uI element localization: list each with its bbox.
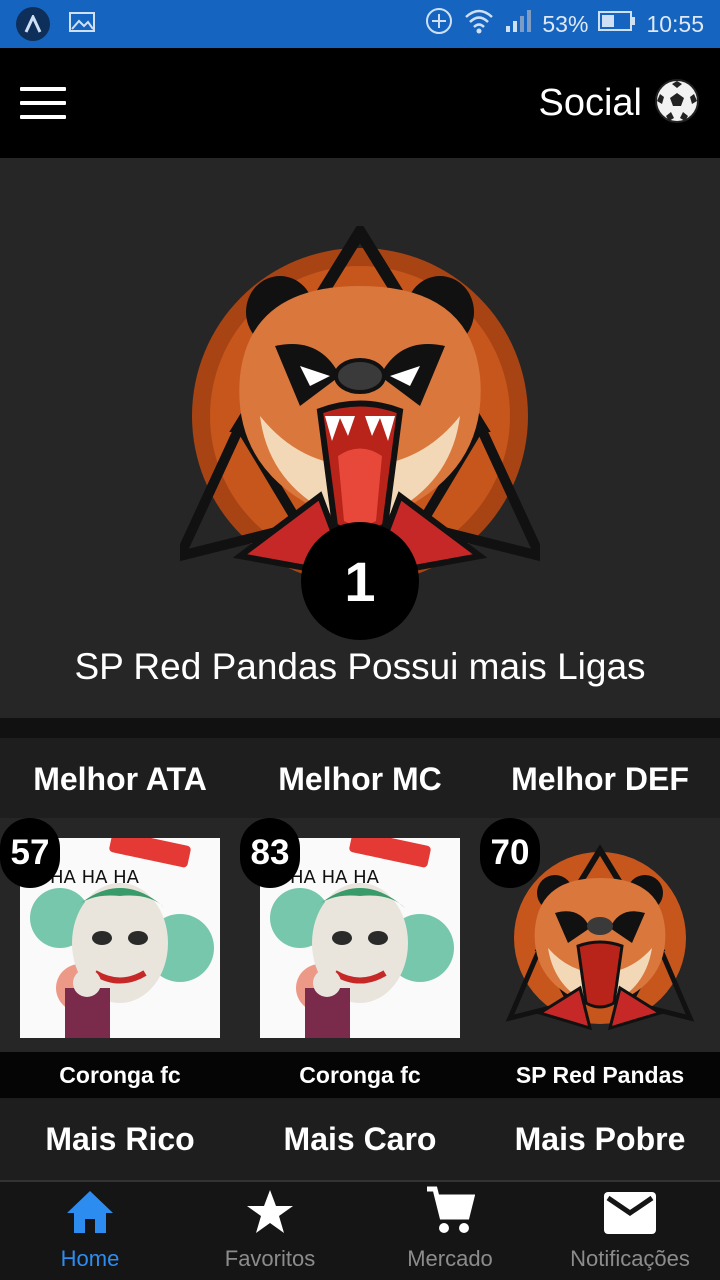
nav-notifications-label: Notificações [570,1246,690,1271]
nav-market[interactable]: Mercado [360,1182,540,1280]
rankings-header: Mais Rico Mais Caro Mais Pobre [0,1098,720,1180]
top-team-hero[interactable]: 1 SP Red Pandas Possui mais Ligas [0,158,720,718]
battery-percent: 53% [542,10,589,37]
data-saver-icon [424,6,454,42]
score-badge: 83 [240,818,300,888]
battery-icon [598,10,636,38]
richest-label: Mais Rico [45,1120,195,1157]
best-players-cards: HA HA HA 57 HA HA HA 83 70 [0,818,720,1052]
wifi-icon [464,7,494,41]
svg-text:HA HA HA: HA HA HA [290,867,380,888]
best-players-teams: Coronga fc Coronga fc SP Red Pandas [0,1052,720,1098]
app-title: Social [538,81,643,124]
score-badge: 57 [0,818,60,888]
team-name: SP Red Pandas [515,1061,685,1088]
nav-notifications[interactable]: Notificações [540,1182,720,1280]
svg-text:HA HA HA: HA HA HA [50,867,140,888]
best-defender-card[interactable]: 70 [480,818,720,1052]
poorest-label: Mais Pobre [514,1120,686,1157]
cart-icon [425,1185,476,1240]
team-name: Coronga fc [299,1061,421,1088]
status-bar: 53% 10:55 [0,0,720,48]
mail-icon [603,1191,657,1240]
bottom-navigation: Home Favoritos Mercado Notificações [0,1180,720,1280]
best-attacker-card[interactable]: HA HA HA 57 [0,818,240,1052]
hamburger-menu-icon[interactable] [20,87,66,119]
home-icon [65,1189,115,1240]
nav-market-label: Mercado [407,1246,493,1271]
team-name: Coronga fc [59,1061,181,1088]
app-bar: Social [0,48,720,158]
rank-badge: 1 [301,522,419,640]
most-expensive-label: Mais Caro [283,1120,437,1157]
best-defender-label: Melhor DEF [511,760,689,797]
score-badge: 70 [480,818,540,888]
app-title-group: Social [539,78,701,129]
image-notification-icon [68,11,96,38]
star-icon [245,1189,295,1240]
nav-favorites-label: Favoritos [224,1246,316,1271]
section-divider [0,718,720,738]
soccer-ball-icon [654,78,700,129]
best-midfielder-label: Melhor MC [278,760,442,797]
hero-caption: SP Red Pandas Possui mais Ligas [74,646,646,687]
best-midfielder-card[interactable]: HA HA HA 83 [240,818,480,1052]
nav-favorites[interactable]: Favoritos [180,1182,360,1280]
best-attacker-label: Melhor ATA [33,760,207,797]
best-players-header: Melhor ATA Melhor MC Melhor DEF [0,738,720,820]
app-notification-icon [16,7,50,41]
nav-home-label: Home [60,1246,120,1271]
nav-home[interactable]: Home [0,1182,180,1280]
signal-icon [504,8,532,40]
clock: 10:55 [646,10,704,37]
